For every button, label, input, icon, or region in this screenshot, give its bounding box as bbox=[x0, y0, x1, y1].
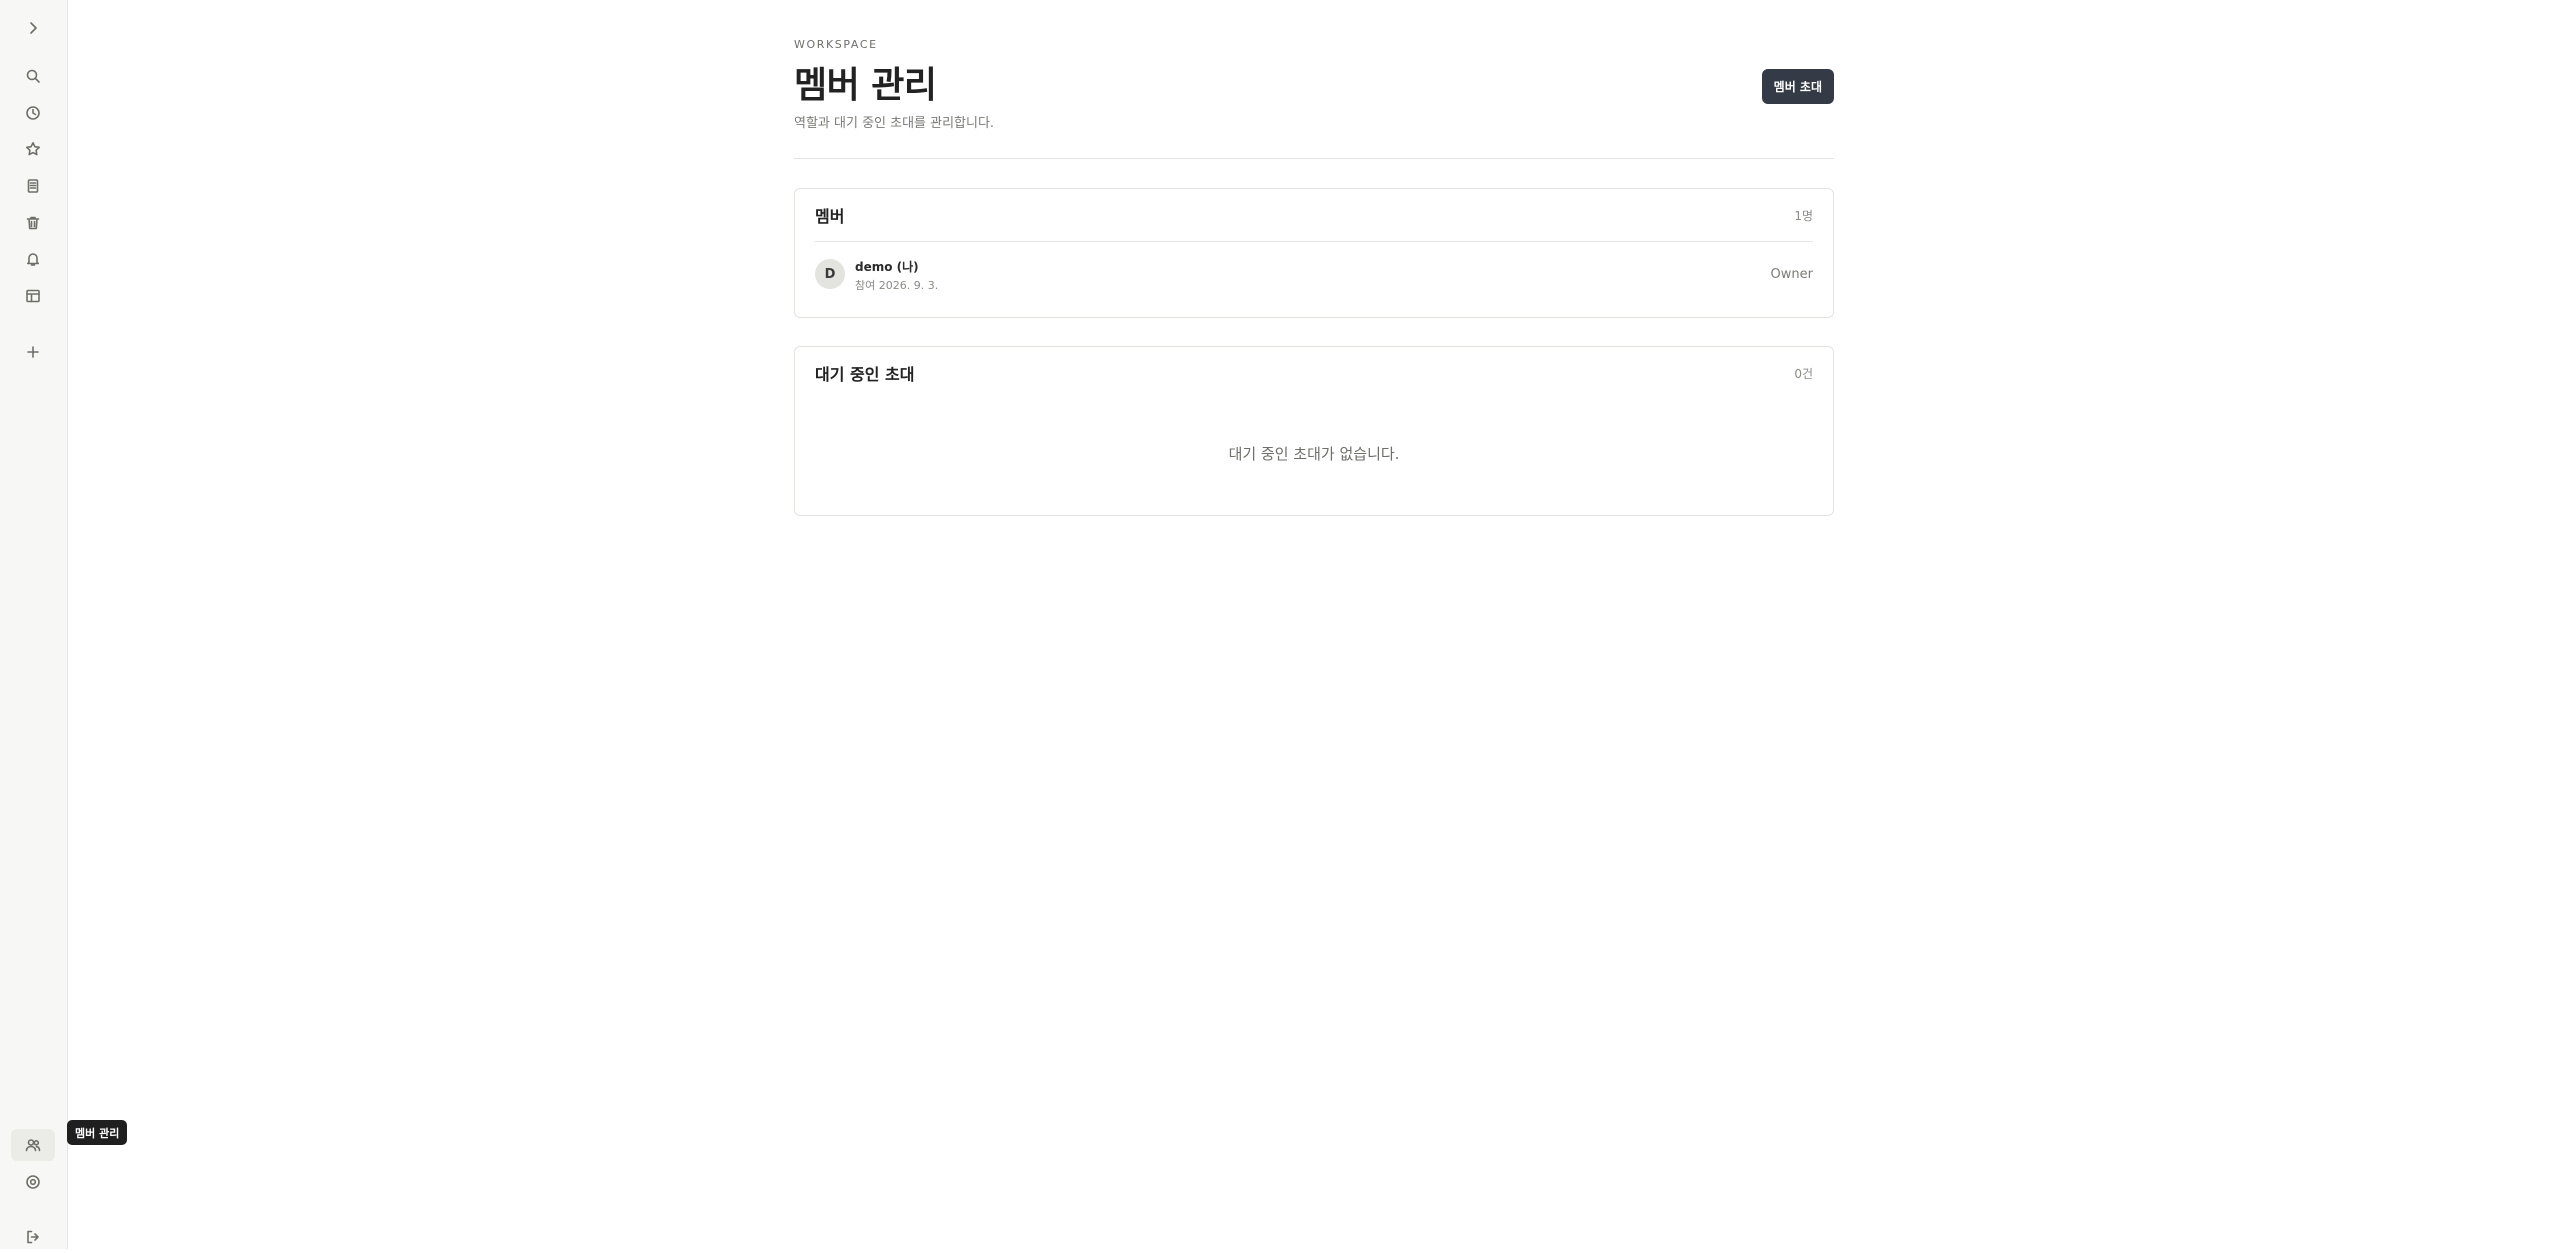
members-card-header: 멤버 1명 bbox=[815, 189, 1813, 241]
star-icon[interactable] bbox=[11, 133, 55, 165]
chevron-right-icon[interactable] bbox=[11, 12, 55, 44]
document-icon[interactable] bbox=[11, 170, 55, 202]
settings-icon[interactable] bbox=[11, 1166, 55, 1198]
sidebar bbox=[0, 0, 68, 1249]
search-icon[interactable] bbox=[11, 60, 55, 92]
invites-count: 0건 bbox=[1794, 366, 1813, 381]
plus-icon[interactable] bbox=[11, 336, 55, 368]
logout-icon[interactable] bbox=[11, 1221, 55, 1253]
header-divider bbox=[794, 158, 1834, 159]
member-name: demo (나) bbox=[855, 260, 919, 274]
members-tooltip: 멤버 관리 bbox=[67, 1120, 128, 1145]
members-card-divider bbox=[815, 241, 1813, 242]
invite-member-button[interactable]: 멤버 초대 bbox=[1761, 69, 1834, 104]
members-card-title: 멤버 bbox=[815, 207, 845, 226]
page-subtitle: 역할과 대기 중인 초대를 관리합니다. bbox=[794, 116, 995, 131]
layout-icon[interactable] bbox=[11, 280, 55, 312]
member-role: Owner bbox=[1770, 267, 1813, 282]
page-title: 멤버 관리 bbox=[794, 65, 937, 106]
empty-invites-message: 대기 중인 초대가 없습니다. bbox=[1228, 445, 1400, 463]
invites-card-header: 대기 중인 초대 0건 bbox=[815, 347, 1813, 399]
users-icon[interactable] bbox=[11, 1129, 55, 1161]
bell-icon[interactable] bbox=[11, 243, 55, 275]
clock-icon[interactable] bbox=[11, 97, 55, 129]
member-row: D demo (나) 참여 2026. 9. 3. Owner bbox=[815, 257, 1813, 292]
pending-invites-card: 대기 중인 초대 0건 대기 중인 초대가 없습니다. bbox=[794, 346, 1834, 516]
member-joined-date: 참여 2026. 9. 3. bbox=[855, 279, 939, 292]
workspace-label: WORKSPACE bbox=[794, 38, 878, 51]
invites-card-title: 대기 중인 초대 bbox=[815, 365, 915, 384]
members-card: 멤버 1명 D demo (나) 참여 2026. 9. 3. Owner bbox=[794, 188, 1834, 318]
avatar: D bbox=[815, 259, 845, 289]
trash-icon[interactable] bbox=[11, 207, 55, 239]
members-count: 1명 bbox=[1794, 208, 1813, 223]
